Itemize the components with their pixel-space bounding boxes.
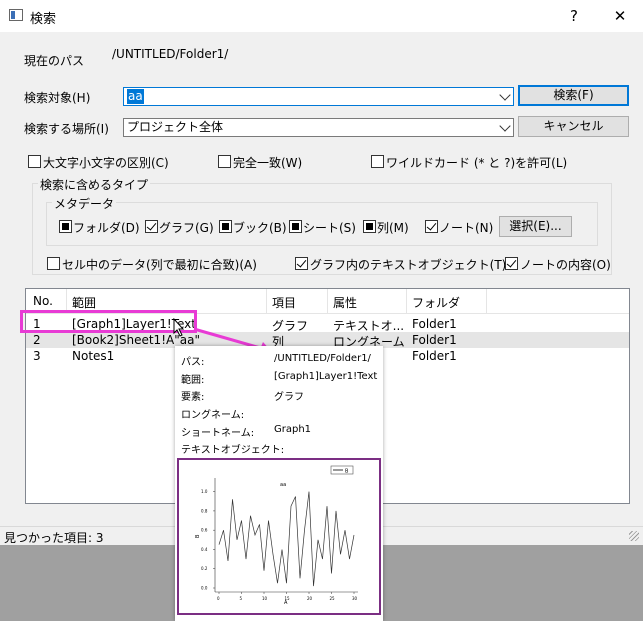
window-title: 検索 [30, 12, 57, 27]
col-no[interactable]: No. [33, 294, 53, 308]
tooltip-value: グラフ [274, 392, 304, 403]
note-content-label[interactable]: ノートの内容(O) [520, 256, 611, 273]
col-item[interactable]: 項目 [272, 294, 296, 311]
cell-folder: Folder1 [412, 333, 457, 347]
book-checkbox[interactable] [219, 220, 232, 233]
column-label[interactable]: 列(M) [377, 219, 409, 236]
resize-grip-icon[interactable] [629, 531, 639, 541]
cell-range: Notes1 [72, 349, 115, 363]
tooltip-label: 要素: [181, 392, 205, 403]
cell-folder: Folder1 [412, 317, 457, 331]
chevron-down-icon[interactable] [499, 89, 511, 101]
search-location-label: 検索する場所(I) [24, 122, 109, 136]
chart-annotation: aa [280, 482, 286, 488]
x-tick-label: 20 [307, 596, 313, 601]
whole-word-label[interactable]: 完全一致(W) [233, 154, 302, 171]
folder-checkbox[interactable] [59, 220, 72, 233]
tooltip-label: パス: [181, 357, 205, 368]
tooltip-value: /UNTITLED/Folder1/ [274, 353, 371, 364]
cell-no: 2 [33, 333, 41, 347]
col-folder[interactable]: フォルダ [412, 294, 460, 311]
x-tick-label: 10 [262, 596, 268, 601]
y-tick-label: 0.2 [201, 566, 208, 571]
close-button[interactable]: ✕ [597, 0, 643, 32]
cell-no: 3 [33, 349, 41, 363]
cursor-icon [173, 318, 185, 337]
tooltip-label: ロングネーム: [181, 410, 245, 421]
cell-folder: Folder1 [412, 349, 457, 363]
wildcard-label[interactable]: ワイルドカード (* と ?)を許可(L) [386, 154, 567, 171]
whole-word-checkbox[interactable] [218, 155, 231, 168]
search-location-value[interactable]: プロジェクト全体 [127, 120, 223, 135]
y-tick-label: 1.0 [201, 489, 208, 494]
search-location-combo[interactable]: プロジェクト全体 [123, 118, 514, 137]
x-tick-label: 0 [217, 596, 220, 601]
col-range[interactable]: 範囲 [72, 294, 96, 311]
x-tick-label: 5 [240, 596, 243, 601]
wildcard-checkbox[interactable] [371, 155, 384, 168]
cell-data-label[interactable]: セル中のデータ(列で最初に合致)(A) [62, 256, 257, 273]
graph-text-checkbox[interactable] [295, 257, 308, 270]
graph-preview: B aa B A 0.0 0.2 0.4 0.6 0.8 1.0 0 5 10 15 20 25 30 [177, 458, 381, 615]
y-axis-label: B [195, 534, 201, 538]
case-sensitive-label[interactable]: 大文字小文字の区別(C) [43, 154, 169, 171]
y-tick-label: 0.6 [201, 528, 208, 533]
sheet-checkbox[interactable] [289, 220, 302, 233]
tooltip-label: 範囲: [181, 375, 205, 386]
metadata-group-title: メタデータ [52, 195, 117, 212]
x-tick-label: 15 [285, 596, 291, 601]
graph-text-label[interactable]: グラフ内のテキストオブジェクト(T) [310, 256, 506, 273]
column-checkbox[interactable] [363, 220, 376, 233]
tooltip-value: Graph1 [274, 424, 312, 435]
note-checkbox[interactable] [425, 220, 438, 233]
tooltip-value: [Graph1]Layer1!Text [274, 371, 378, 382]
chart-ticks: 0.0 0.2 0.4 0.6 0.8 1.0 0 5 10 15 20 25 30 [201, 489, 358, 601]
y-tick-label: 0.4 [201, 547, 208, 552]
x-tick-label: 25 [330, 596, 336, 601]
search-target-combo[interactable]: aa [123, 87, 514, 106]
search-target-value[interactable]: aa [127, 89, 144, 104]
cell-data-checkbox[interactable] [47, 257, 60, 270]
book-label[interactable]: ブック(B) [233, 219, 287, 236]
x-tick-label: 30 [352, 596, 358, 601]
cancel-button[interactable]: キャンセル [518, 116, 629, 137]
sheet-label[interactable]: シート(S) [303, 219, 356, 236]
path-label: 現在のパス [24, 54, 85, 68]
series-line [218, 491, 355, 587]
graph-checkbox[interactable] [145, 220, 158, 233]
note-label[interactable]: ノート(N) [439, 219, 493, 236]
col-attr[interactable]: 属性 [333, 294, 357, 311]
note-content-checkbox[interactable] [505, 257, 518, 270]
app-icon [9, 9, 23, 21]
tooltip-label: ショートネーム: [181, 428, 255, 439]
case-sensitive-checkbox[interactable] [28, 155, 41, 168]
graph-label[interactable]: グラフ(G) [159, 219, 214, 236]
title-bar: 検索 ? ✕ [0, 0, 643, 32]
preview-chart: B aa B A 0.00.20.40.60.81.00 5 10 15 20 25 30 [195, 465, 358, 606]
y-tick-label: 0.8 [201, 508, 208, 513]
status-text: 見つかった項目: 3 [4, 531, 104, 545]
select-button[interactable]: 選択(E)... [499, 216, 572, 237]
legend-label: B [345, 469, 349, 475]
types-group-title: 検索に含めるタイプ [38, 176, 151, 193]
path-value: /UNTITLED/Folder1/ [112, 47, 229, 61]
folder-label[interactable]: フォルダ(D) [73, 219, 140, 236]
help-button[interactable]: ? [551, 0, 597, 32]
search-button[interactable]: 検索(F) [518, 85, 629, 106]
chevron-down-icon[interactable] [499, 120, 511, 132]
search-target-label: 検索対象(H) [24, 91, 91, 105]
tooltip-label: テキストオブジェクト: [181, 445, 285, 456]
y-tick-label: 0.0 [201, 586, 208, 591]
